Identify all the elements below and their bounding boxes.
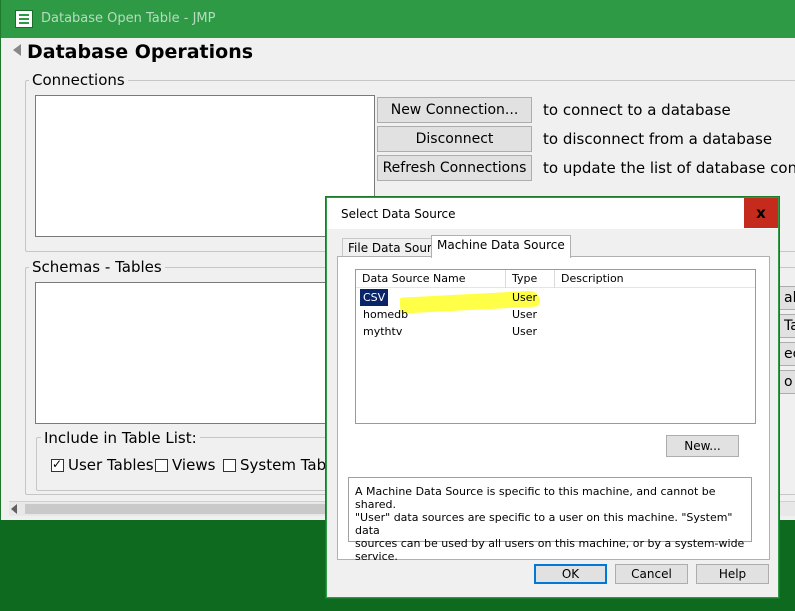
schemas-tables-label: Schemas - Tables — [29, 258, 165, 276]
clipped-button-2[interactable]: Ta — [777, 314, 795, 338]
clipped-button-1[interactable]: ab — [777, 286, 795, 310]
jmp-app-icon — [15, 10, 33, 28]
clipped-button-4[interactable]: o — [777, 370, 795, 394]
table-row[interactable]: CSV User — [356, 289, 755, 314]
schemas-tables-list[interactable] — [35, 282, 335, 424]
collapse-triangle-icon[interactable] — [13, 44, 21, 56]
info-line: A Machine Data Source is specific to thi… — [355, 485, 716, 511]
column-header-description[interactable]: Description — [555, 270, 755, 288]
user-tables-label: User Tables — [68, 456, 154, 474]
checkbox-unchecked-icon — [223, 458, 236, 472]
column-header-name[interactable]: Data Source Name — [356, 270, 506, 288]
disconnect-description: to disconnect from a database — [543, 130, 773, 148]
data-source-name[interactable]: homedb — [363, 306, 408, 323]
tab-machine-data-source[interactable]: Machine Data Source — [431, 235, 571, 258]
refresh-connections-button[interactable]: Refresh Connections — [377, 155, 532, 181]
checkbox-unchecked-icon — [155, 458, 168, 472]
system-tables-label: System Table — [240, 456, 340, 474]
system-tables-checkbox[interactable]: System Table — [223, 456, 340, 474]
disconnect-button[interactable]: Disconnect — [377, 126, 532, 152]
dialog-title: Select Data Source — [341, 207, 456, 221]
user-tables-checkbox[interactable]: User Tables — [51, 456, 154, 474]
help-button[interactable]: Help — [696, 564, 769, 584]
machine-data-source-info: A Machine Data Source is specific to thi… — [348, 477, 752, 563]
cancel-button[interactable]: Cancel — [615, 564, 688, 584]
new-connection-button[interactable]: New Connection... — [377, 97, 532, 123]
connections-list[interactable] — [35, 95, 375, 237]
table-row[interactable]: mythtv User — [356, 323, 755, 340]
window-title: Database Open Table - JMP — [41, 11, 216, 26]
clipped-button-3[interactable]: ec — [777, 342, 795, 366]
connections-label: Connections — [29, 71, 128, 89]
data-source-name[interactable]: CSV — [360, 289, 389, 306]
table-row[interactable]: homedb User — [356, 306, 755, 323]
data-source-type: User — [512, 291, 538, 304]
page-title: Database Operations — [27, 41, 254, 63]
scroll-left-arrow-icon[interactable] — [11, 504, 17, 514]
data-source-type: User — [512, 308, 538, 321]
new-connection-description: to connect to a database — [543, 101, 731, 119]
views-label: Views — [172, 456, 216, 474]
main-titlebar[interactable]: Database Open Table - JMP — [1, 0, 795, 38]
select-data-source-dialog: Select Data Source x File Data Source Ma… — [326, 197, 779, 598]
machine-data-source-panel: Data Source Name Type Description CSV Us… — [337, 256, 770, 563]
close-icon[interactable]: x — [744, 198, 778, 228]
new-data-source-button[interactable]: New... — [666, 435, 739, 457]
views-checkbox[interactable]: Views — [155, 456, 215, 474]
data-source-type: User — [512, 325, 538, 338]
column-header-type[interactable]: Type — [506, 270, 555, 288]
include-table-list-label: Include in Table List: — [41, 429, 200, 447]
info-line: sources can be used by all users on this… — [355, 537, 745, 563]
dialog-titlebar[interactable]: Select Data Source x — [327, 198, 778, 229]
data-source-list[interactable]: Data Source Name Type Description CSV Us… — [355, 269, 756, 424]
checkbox-checked-icon — [51, 457, 64, 472]
data-source-name[interactable]: mythtv — [363, 323, 402, 340]
ok-button[interactable]: OK — [534, 564, 607, 584]
data-source-list-header: Data Source Name Type Description — [356, 270, 755, 288]
refresh-connections-description: to update the list of database connec — [543, 159, 795, 177]
info-line: "User" data sources are specific to a us… — [355, 511, 733, 537]
